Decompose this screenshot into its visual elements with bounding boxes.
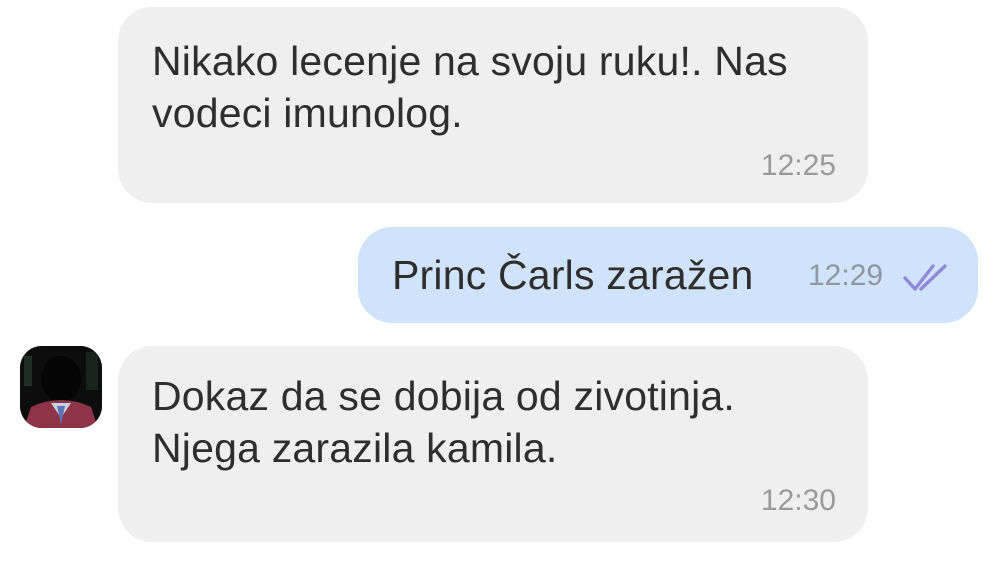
message-line: Dokaz da se dobija od zivotinja. (152, 373, 736, 419)
avatar-image (20, 346, 102, 428)
message-line: Princ Čarls zaražen (392, 252, 754, 298)
avatar[interactable] (20, 346, 102, 428)
message-text: Nikako lecenje na svoju ruku!. Nas vodec… (152, 35, 842, 139)
outgoing-message-bubble[interactable]: Princ Čarls zaražen 12:29 (358, 227, 978, 323)
incoming-message-bubble[interactable]: Nikako lecenje na svoju ruku!. Nas vodec… (118, 7, 868, 203)
message-timestamp: 12:25 (760, 149, 836, 182)
message-text: Princ Čarls zaražen (392, 249, 754, 301)
message-timestamp: 12:30 (760, 484, 836, 517)
message-timestamp: 12:29 (808, 259, 884, 292)
message-line: Njega zarazila kamila. (152, 425, 558, 471)
message-line: Nikako lecenje na svoju ruku!. Nas (152, 38, 788, 84)
message-line: vodeci imunolog. (152, 90, 463, 136)
incoming-message-bubble[interactable]: Dokaz da se dobija od zivotinja. Njega z… (118, 346, 868, 542)
double-check-icon (903, 264, 947, 291)
chat-conversation: Nikako lecenje na svoju ruku!. Nas vodec… (0, 0, 1000, 562)
message-text: Dokaz da se dobija od zivotinja. Njega z… (152, 370, 842, 474)
